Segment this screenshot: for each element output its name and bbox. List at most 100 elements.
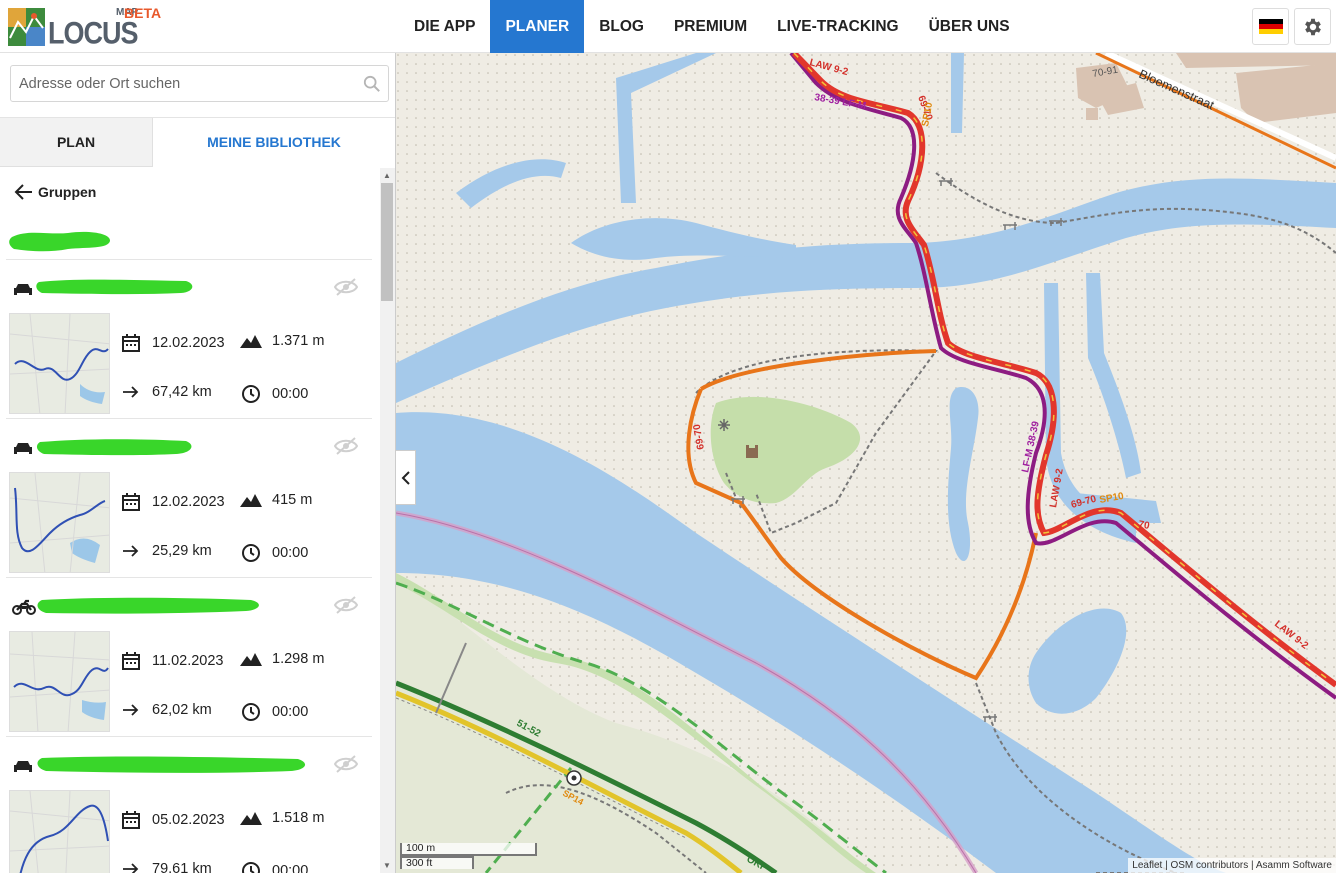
tab-plan[interactable]: PLAN <box>0 118 153 167</box>
track-distance: 67,42 km <box>120 384 212 400</box>
track-elevation-value: 1.518 m <box>272 810 325 826</box>
arrow-left-icon <box>14 184 32 200</box>
arrow-right-icon <box>123 545 139 557</box>
logo-wordmark: LOCUS <box>48 15 138 51</box>
track-item[interactable]: 05.02.2023 1.518 m 79,61 km 00:00 <box>6 736 372 873</box>
hidden-eye-icon[interactable] <box>334 437 358 455</box>
track-duration: 00:00 <box>240 861 308 873</box>
calendar-icon <box>122 493 140 511</box>
back-to-groups-button[interactable]: Gruppen <box>14 181 96 203</box>
gear-icon <box>1304 18 1321 35</box>
water-channel <box>951 53 964 133</box>
track-distance: 25,29 km <box>120 543 212 559</box>
track-date-value: 12.02.2023 <box>152 335 225 351</box>
track-distance: 62,02 km <box>120 702 212 718</box>
nav-planer[interactable]: PLANER <box>490 0 585 53</box>
collapse-sidebar-button[interactable] <box>396 450 416 505</box>
search-input[interactable] <box>11 66 341 101</box>
sidebar-scrollbar-thumb[interactable] <box>381 183 393 301</box>
track-elevation-value: 415 m <box>272 492 313 508</box>
clock-icon <box>242 703 260 721</box>
car-icon <box>14 284 32 295</box>
track-thumbnail[interactable] <box>9 790 110 873</box>
logo-map-icon <box>8 8 45 46</box>
locus-planner-app: LOCUS MAP BETA DIE APP PLANER BLOG PREMI… <box>0 0 1336 873</box>
logo-beta-badge: BETA <box>124 5 162 21</box>
car-icon <box>14 443 32 454</box>
track-thumbnail[interactable] <box>9 472 110 573</box>
redacted-track-name <box>37 756 306 773</box>
track-map-preview <box>10 473 109 572</box>
track-date: 11.02.2023 <box>120 651 224 671</box>
track-date: 12.02.2023 <box>120 492 225 512</box>
main-nav: DIE APP PLANER BLOG PREMIUM LIVE-TRACKIN… <box>399 0 1025 53</box>
track-elevation-value: 1.371 m <box>272 333 325 349</box>
track-date: 05.02.2023 <box>120 810 225 830</box>
map-layer: Bloemenstraat 70-91 LAW 9-2 38-39 LF-M 6… <box>396 53 1336 873</box>
clock-icon <box>242 544 260 562</box>
motorcycle-icon <box>12 599 36 615</box>
track-map-preview <box>10 791 109 873</box>
track-duration-value: 00:00 <box>272 704 309 720</box>
building <box>1236 63 1336 123</box>
track-duration: 00:00 <box>240 384 308 404</box>
junction-node-icon <box>566 770 582 786</box>
top-navigation-bar: LOCUS MAP BETA DIE APP PLANER BLOG PREMI… <box>0 0 1336 53</box>
chevron-left-icon <box>401 470 410 485</box>
car-icon <box>14 761 32 772</box>
calendar-icon <box>122 652 140 670</box>
map-attribution[interactable]: Leaflet | OSM contributors | Asamm Softw… <box>1128 858 1336 873</box>
arrow-right-icon <box>123 863 139 873</box>
track-date-value: 05.02.2023 <box>152 812 225 828</box>
track-elevation: 415 m <box>240 492 312 508</box>
mountain-icon <box>240 335 262 348</box>
track-date-value: 11.02.2023 <box>152 653 224 669</box>
scale-imperial: 300 ft <box>400 856 474 869</box>
map-scale: 100 m 300 ft <box>400 843 537 869</box>
mountain-icon <box>240 653 262 666</box>
mountain-icon <box>240 494 262 507</box>
nav-die-app[interactable]: DIE APP <box>399 0 490 53</box>
map-canvas[interactable]: Bloemenstraat 70-91 LAW 9-2 38-39 LF-M 6… <box>396 53 1336 873</box>
redacted-track-name <box>36 439 192 456</box>
hidden-eye-icon[interactable] <box>334 755 358 773</box>
track-distance-value: 25,29 km <box>152 543 212 559</box>
hidden-eye-icon[interactable] <box>334 596 358 614</box>
track-distance-value: 79,61 km <box>152 861 212 873</box>
locus-map-logo[interactable]: LOCUS MAP BETA <box>8 5 162 50</box>
search-box <box>10 65 389 102</box>
tab-meine-bibliothek[interactable]: MEINE BIBLIOTHEK <box>153 118 395 167</box>
nav-ueber-uns[interactable]: ÜBER UNS <box>914 0 1025 53</box>
track-elevation: 1.518 m <box>240 810 324 826</box>
track-thumbnail[interactable] <box>9 631 110 732</box>
track-map-preview <box>10 632 109 731</box>
track-item[interactable]: 11.02.2023 1.298 m 62,02 km 00:00 <box>6 577 372 736</box>
arrow-right-icon <box>123 386 139 398</box>
track-item[interactable]: 12.02.2023 1.371 m 67,42 km 00:00 <box>6 259 372 418</box>
track-thumbnail[interactable] <box>9 313 110 414</box>
track-date-value: 12.02.2023 <box>152 494 225 510</box>
settings-button[interactable] <box>1294 8 1331 45</box>
language-button[interactable] <box>1252 8 1289 45</box>
track-elevation: 1.298 m <box>240 651 324 667</box>
track-duration: 00:00 <box>240 543 308 563</box>
track-elevation: 1.371 m <box>240 333 324 349</box>
sidebar-tabs: PLAN MEINE BIBLIOTHEK <box>0 117 395 167</box>
track-date: 12.02.2023 <box>120 333 225 353</box>
mountain-icon <box>240 812 262 825</box>
nav-live-tracking[interactable]: LIVE-TRACKING <box>762 0 913 53</box>
search-icon[interactable] <box>363 75 381 93</box>
track-list: 12.02.2023 1.371 m 67,42 km 00:00 12.02.… <box>0 259 380 873</box>
track-duration-value: 00:00 <box>272 545 309 561</box>
track-duration-value: 00:00 <box>272 863 309 873</box>
scroll-down-arrow-icon[interactable]: ▼ <box>383 861 391 870</box>
track-item[interactable]: 12.02.2023 415 m 25,29 km 00:00 <box>6 418 372 577</box>
nav-blog[interactable]: BLOG <box>584 0 659 53</box>
track-duration-value: 00:00 <box>272 386 309 402</box>
calendar-icon <box>122 811 140 829</box>
redacted-group-name <box>9 231 111 252</box>
scroll-up-arrow-icon[interactable]: ▲ <box>383 171 391 180</box>
track-distance: 79,61 km <box>120 861 212 873</box>
nav-premium[interactable]: PREMIUM <box>659 0 762 53</box>
hidden-eye-icon[interactable] <box>334 278 358 296</box>
